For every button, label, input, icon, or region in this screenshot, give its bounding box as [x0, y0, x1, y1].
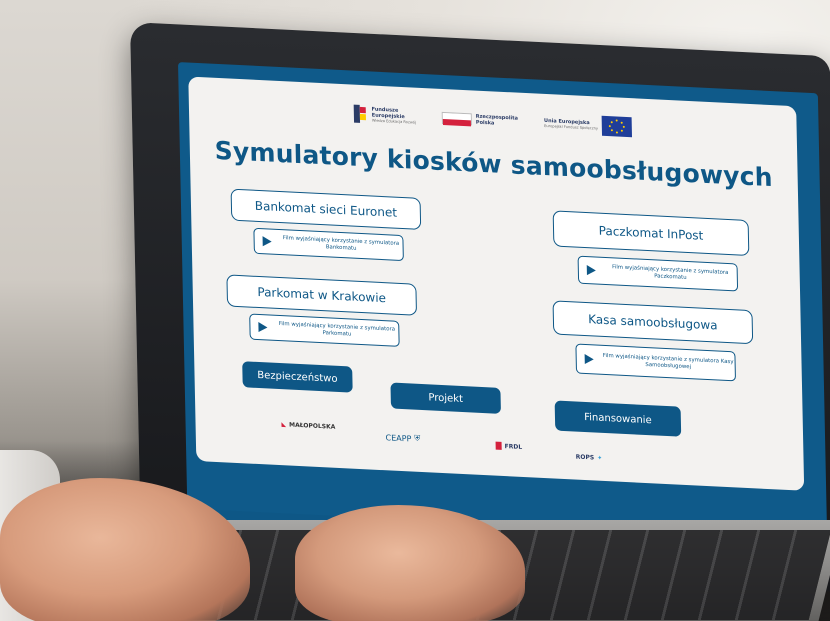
- paczkomat-film-button[interactable]: Film wyjaśniający korzystanie z symulato…: [577, 255, 739, 292]
- malopolska-logo: ◣ MAŁOPOLSKA: [281, 421, 335, 431]
- eu-sub: Europejski Fundusz Społeczny: [544, 123, 599, 131]
- parkomat-film-label: Film wyjaśniający korzystanie z symulato…: [278, 320, 396, 338]
- bankomat-button[interactable]: Bankomat sieci Euronet: [230, 188, 422, 230]
- eu-flag-icon: [601, 115, 633, 138]
- parkomat-button[interactable]: Parkomat w Krakowie: [226, 274, 418, 316]
- play-icon: [262, 236, 272, 247]
- kasa-film-label: Film wyjaśniający korzystanie z symulato…: [602, 352, 734, 371]
- play-icon: [258, 321, 268, 333]
- funding-button[interactable]: Finansowanie: [554, 400, 682, 437]
- fe-star-icon: [353, 104, 368, 124]
- paczkomat-film-label: Film wyjaśniający korzystanie z symulato…: [612, 264, 729, 281]
- project-button[interactable]: Projekt: [390, 382, 501, 414]
- rops-logo: ROPS ✦: [576, 454, 603, 462]
- frdl-logo: FRDL: [495, 441, 523, 451]
- frdl-label: FRDL: [504, 442, 523, 451]
- security-button[interactable]: Bezpieczeństwo: [242, 361, 353, 393]
- ceapp-label: CEAPP: [385, 432, 412, 444]
- kasa-button[interactable]: Kasa samoobsługowa: [552, 300, 754, 345]
- polish-flag-icon: [441, 111, 472, 127]
- frdl-mark-icon: [495, 441, 502, 450]
- pl-line2: Polska: [475, 119, 495, 127]
- crest-icon: ⛨: [414, 433, 421, 443]
- fundusze-europejskie-logo: Fundusze Europejskie Wiedza Edukacja Roz…: [353, 104, 417, 126]
- fe-sub: Wiedza Edukacja Rozwój: [371, 118, 417, 125]
- paczkomat-button[interactable]: Paczkomat InPost: [552, 210, 750, 257]
- parkomat-film-button[interactable]: Film wyjaśniający korzystanie z symulato…: [249, 313, 400, 347]
- bankomat-film-label: Film wyjaśniający korzystanie z symulato…: [282, 235, 400, 252]
- footer-logos: ◣ MAŁOPOLSKA CEAPP ⛨ FRDL ROPS ✦: [195, 415, 804, 481]
- ceapp-logo: CEAPP ⛨: [385, 432, 421, 444]
- rzeczpospolita-logo: Rzeczpospolita Polska: [441, 111, 518, 128]
- unia-europejska-logo: Unia Europejska Europejski Fundusz Społe…: [544, 113, 633, 138]
- malopolska-label: MAŁOPOLSKA: [289, 421, 336, 431]
- bankomat-film-button[interactable]: Film wyjaśniający korzystanie z symulato…: [253, 227, 404, 262]
- rops-mark-icon: ✦: [597, 454, 603, 462]
- play-icon: [584, 353, 594, 365]
- web-page: Fundusze Europejskie Wiedza Edukacja Roz…: [188, 76, 805, 491]
- play-icon: [586, 265, 596, 276]
- rops-label: ROPS: [575, 453, 595, 462]
- laptop-screen: Fundusze Europejskie Wiedza Edukacja Roz…: [178, 62, 828, 562]
- kasa-film-button[interactable]: Film wyjaśniający korzystanie z symulato…: [575, 343, 736, 382]
- malopolska-mark-icon: ◣: [281, 421, 287, 429]
